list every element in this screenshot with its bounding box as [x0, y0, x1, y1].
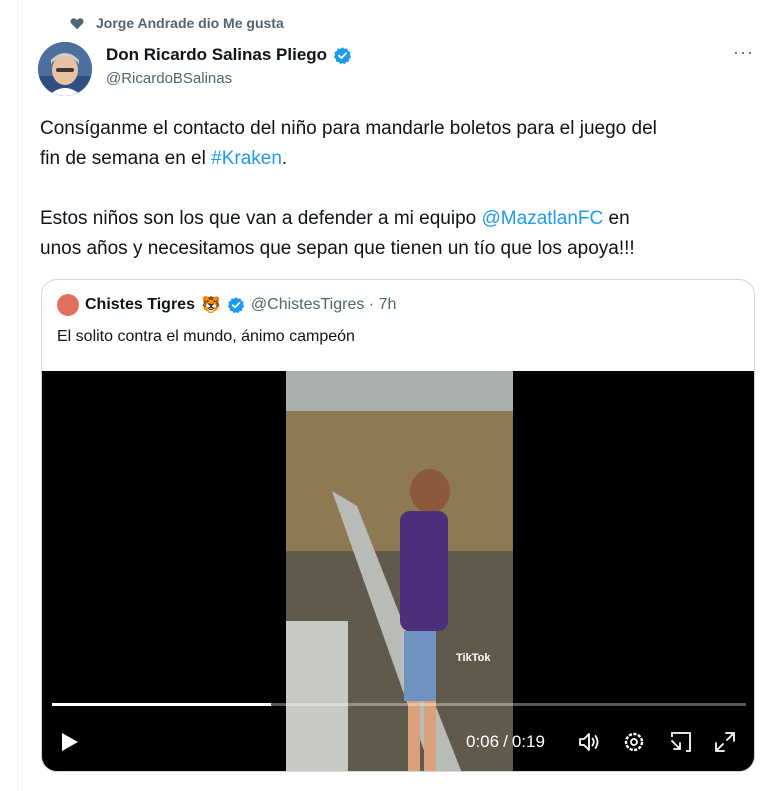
volume-icon[interactable] — [576, 729, 602, 755]
tweet-line-text: fin de semana en el — [40, 148, 212, 169]
tweet-text: Consíganme el contacto del niño para man… — [40, 114, 760, 264]
tweet-line: fin de semana en el #Kraken. — [40, 144, 760, 174]
video-progress-bar[interactable] — [52, 703, 746, 706]
video-time: 0:06 / 0:19 — [466, 732, 545, 752]
social-context-text: Jorge Andrade dio Me gusta — [96, 15, 284, 31]
tiktok-watermark: TikTok — [456, 652, 491, 664]
tweet-line-text: . — [281, 148, 288, 169]
video-progress-fill — [52, 703, 272, 706]
time-separator: / — [503, 732, 508, 751]
tiger-emoji: 🐯 — [200, 297, 221, 314]
tweet-line: Consíganme el contacto del niño para man… — [40, 114, 760, 144]
picture-in-picture-icon[interactable] — [668, 729, 694, 755]
author-handle[interactable]: @RicardoBSalinas — [106, 70, 232, 87]
verified-badge-icon — [333, 46, 352, 64]
tweet-line: Estos niños son los que van a defender a… — [40, 204, 760, 234]
author-name[interactable]: Don Ricardo Salinas Pliego — [106, 45, 352, 65]
play-icon[interactable] — [58, 731, 80, 753]
tweet-line-text: en — [603, 208, 630, 229]
verified-badge-icon — [227, 297, 245, 314]
author-name-text: Don Ricardo Salinas Pliego — [106, 45, 328, 64]
quoted-avatar[interactable] — [57, 294, 79, 316]
tweet-line-text: unos años y necesitamos que sepan que ti… — [40, 238, 635, 259]
mention-link[interactable]: @MazatlanFC — [482, 208, 604, 229]
hashtag-link[interactable]: #Kraken — [211, 148, 282, 169]
tweet-line-text: Consíganme el contacto del niño para man… — [40, 118, 657, 139]
tweet-line-text: Estos niños son los que van a defender a… — [40, 208, 482, 229]
current-time: 0:06 — [466, 732, 500, 751]
quoted-tweet-text: El solito contra el mundo, ánimo campeón — [57, 328, 355, 345]
quoted-author-name[interactable]: Chistes Tigres — [85, 296, 195, 314]
duration: 0:19 — [511, 732, 545, 751]
quoted-tweet-card[interactable]: Chistes Tigres 🐯 @ChistesTigres · 7h El … — [41, 279, 755, 772]
quoted-tweet-header: Chistes Tigres 🐯 @ChistesTigres · 7h — [57, 294, 396, 316]
social-context[interactable]: Jorge Andrade dio Me gusta — [70, 15, 284, 31]
video-frame — [42, 371, 754, 771]
quoted-handle-time[interactable]: @ChistesTigres · 7h — [251, 296, 396, 314]
settings-gear-icon[interactable] — [621, 729, 647, 755]
video-player[interactable]: TikTok 0:06 / 0:19 — [42, 371, 754, 771]
timeline-border — [17, 0, 18, 791]
fullscreen-icon[interactable] — [712, 729, 738, 755]
heart-icon — [70, 17, 84, 29]
tweet-line: unos años y necesitamos que sepan que ti… — [40, 234, 760, 264]
more-options-button[interactable]: ··· — [733, 42, 754, 63]
avatar[interactable] — [38, 42, 92, 96]
